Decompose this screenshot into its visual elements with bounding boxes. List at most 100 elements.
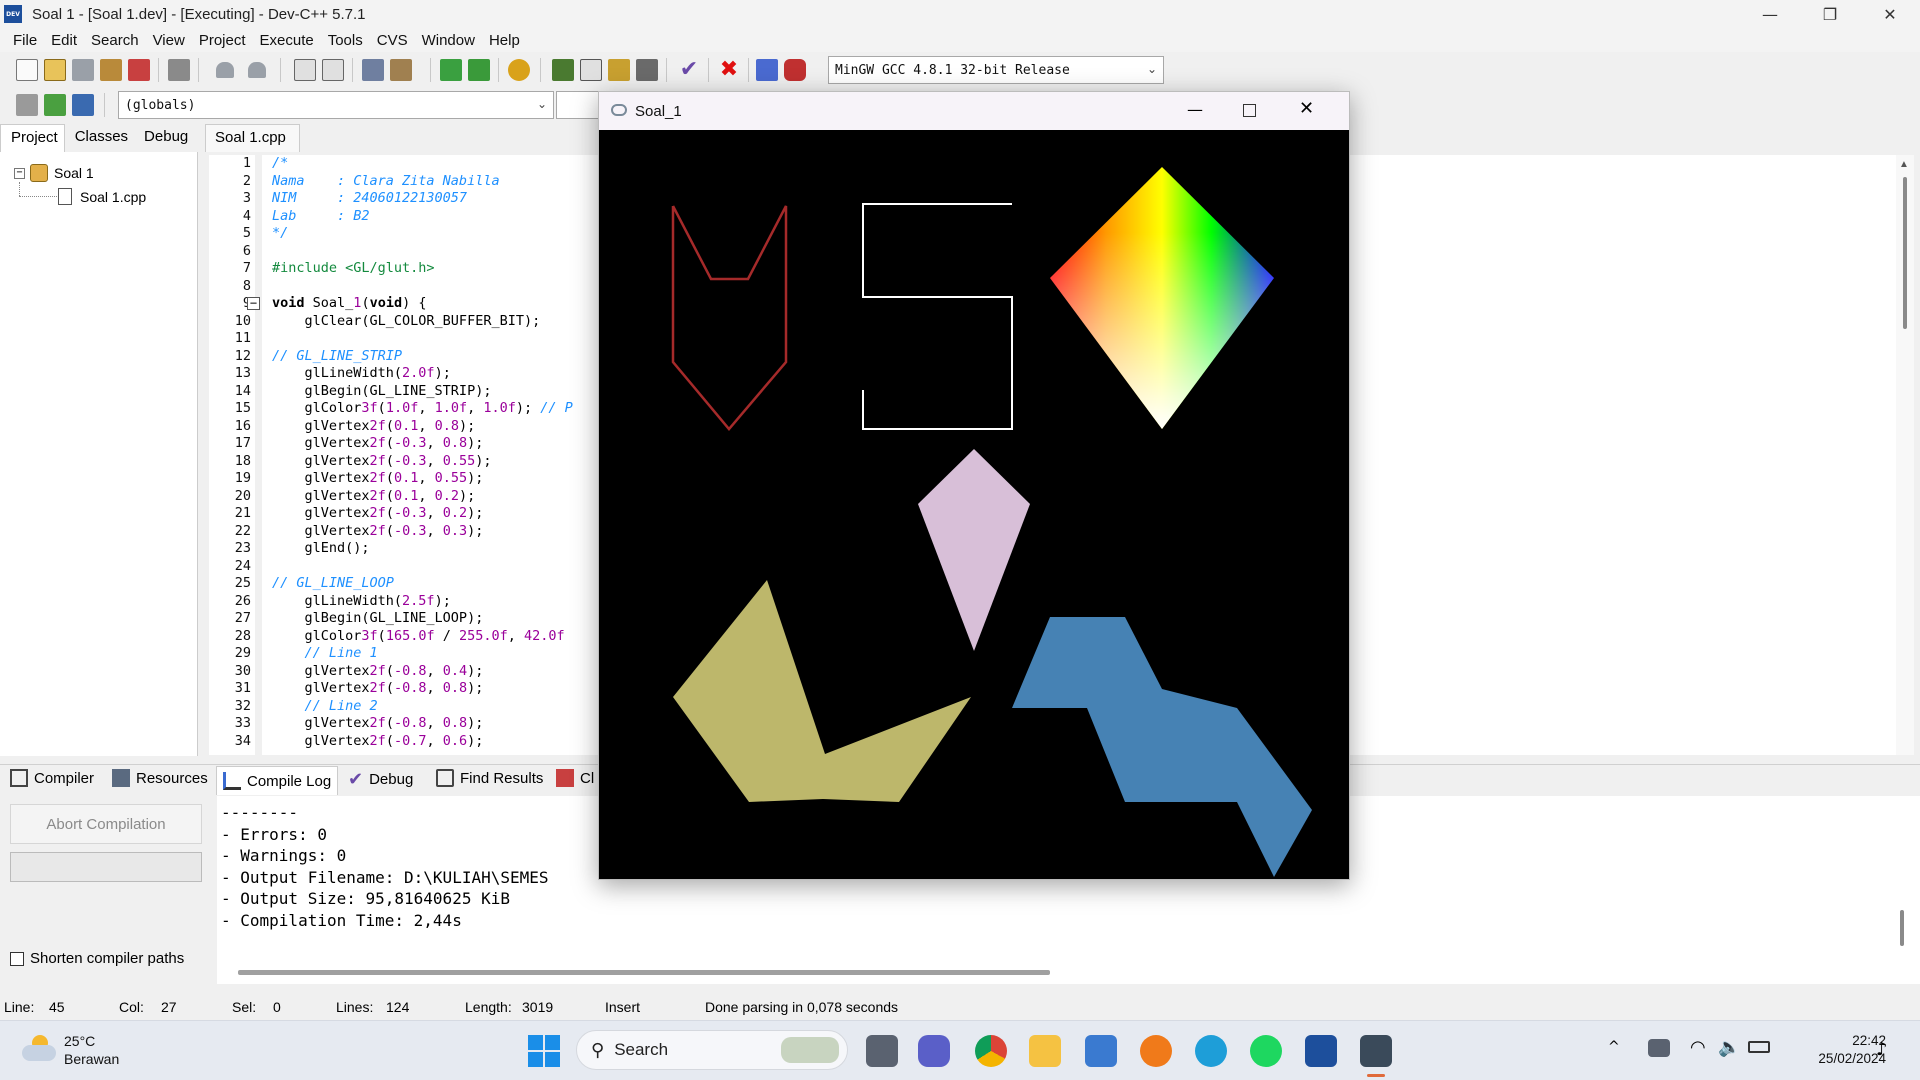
menu-cvs[interactable]: CVS	[370, 32, 415, 49]
compiler-grid-icon	[10, 769, 28, 787]
member-select[interactable]	[556, 91, 600, 119]
replace-icon[interactable]	[322, 59, 344, 81]
tree-item-project[interactable]: − Soal 1	[14, 164, 94, 182]
run-icon[interactable]	[580, 59, 602, 81]
menu-tools[interactable]: Tools	[321, 32, 370, 49]
glut-app-taskbar-icon[interactable]	[1360, 1035, 1392, 1067]
add-file-icon[interactable]	[440, 59, 462, 81]
tab-classes[interactable]: Classes	[65, 124, 134, 152]
project-options-icon[interactable]	[508, 59, 530, 81]
firefox-icon[interactable]	[1140, 1035, 1172, 1067]
menu-execute[interactable]: Execute	[253, 32, 321, 49]
chrome-icon[interactable]	[975, 1035, 1007, 1067]
tab-compiler[interactable]: Compiler	[10, 769, 94, 787]
scroll-thumb[interactable]	[1903, 177, 1907, 329]
tab-close-label: Cl	[580, 769, 595, 787]
edge-icon[interactable]	[1195, 1035, 1227, 1067]
microsoft-store-icon[interactable]	[1085, 1035, 1117, 1067]
line-number: 14	[234, 382, 251, 399]
compile-icon[interactable]	[552, 59, 574, 81]
shorten-paths-checkbox[interactable]	[10, 951, 24, 966]
output-window-title-bar[interactable]: Soal_1 — ✕	[599, 92, 1349, 130]
tab-find-results[interactable]: Find Results	[436, 769, 543, 787]
redo-icon[interactable]	[248, 62, 266, 78]
taskbar-search[interactable]: ⚲ Search	[576, 1030, 848, 1070]
weather-description[interactable]: Berawan	[64, 1051, 119, 1067]
open-project-icon[interactable]	[44, 59, 66, 81]
close-icon[interactable]: ✕	[1860, 0, 1920, 28]
opengl-canvas[interactable]	[599, 130, 1349, 879]
maximize-icon[interactable]	[1243, 104, 1256, 117]
abort-compilation-button[interactable]: Abort Compilation	[10, 804, 202, 844]
rebuild-all-icon[interactable]	[636, 59, 658, 81]
spotify-icon[interactable]	[1250, 1035, 1282, 1067]
volume-icon[interactable]: 🔈	[1718, 1037, 1740, 1058]
debug-check-icon: ✔	[348, 769, 364, 790]
log-vertical-scroll-thumb[interactable]	[1900, 910, 1904, 946]
tab-debug-label: Debug	[369, 771, 414, 788]
save-icon[interactable]	[72, 59, 94, 81]
delete-profile-icon[interactable]	[784, 59, 806, 81]
stop-execution-icon[interactable]: ✖	[718, 59, 740, 81]
tab-compile-log[interactable]: Compile Log	[216, 766, 339, 795]
battery-icon[interactable]	[1748, 1041, 1770, 1053]
collapse-icon[interactable]: −	[14, 167, 25, 179]
tab-debug[interactable]: Debug	[134, 124, 194, 152]
insert-icon[interactable]	[16, 94, 38, 116]
scope-select[interactable]: (globals) ⌄	[118, 91, 554, 119]
menu-search[interactable]: Search	[84, 32, 146, 49]
menu-help[interactable]: Help	[482, 32, 527, 49]
menu-window[interactable]: Window	[415, 32, 482, 49]
remove-file-icon[interactable]	[468, 59, 490, 81]
fold-icon[interactable]: −	[247, 297, 260, 310]
tab-compiler-label: Compiler	[34, 769, 95, 787]
meet-chat-icon[interactable]	[918, 1035, 950, 1067]
menu-view[interactable]: View	[146, 32, 192, 49]
onedrive-icon[interactable]	[1648, 1039, 1670, 1057]
minimize-icon[interactable]: —	[1740, 0, 1800, 28]
menu-project[interactable]: Project	[192, 32, 253, 49]
editor-vertical-scrollbar[interactable]: ▲	[1896, 155, 1914, 755]
close-icon[interactable]: ✕	[1299, 98, 1314, 119]
tree-item-file[interactable]: Soal 1.cpp	[58, 188, 146, 205]
compiler-select[interactable]: MinGW GCC 4.8.1 32-bit Release ⌄	[828, 56, 1164, 84]
status-sel-value: 0	[273, 999, 281, 1015]
devcpp-taskbar-icon[interactable]	[1305, 1035, 1337, 1067]
close-file-icon[interactable]	[128, 59, 150, 81]
goto-icon[interactable]	[44, 94, 66, 116]
output-window[interactable]: Soal_1 — ✕	[598, 91, 1350, 880]
log-horizontal-scrollbar[interactable]	[238, 970, 1050, 975]
menu-file[interactable]: File	[6, 32, 44, 49]
clock-date[interactable]: 25/02/2024	[1786, 1051, 1886, 1066]
undo-icon[interactable]	[216, 62, 234, 78]
save-all-icon[interactable]	[100, 59, 122, 81]
bookmark-icon[interactable]	[72, 94, 94, 116]
indent-icon[interactable]	[362, 59, 384, 81]
minimize-icon[interactable]: —	[1187, 100, 1203, 119]
scroll-up-icon[interactable]: ▲	[1899, 159, 1909, 170]
syntax-check-icon[interactable]: ✔	[678, 59, 700, 81]
line-number: 6	[242, 242, 251, 259]
task-view-icon[interactable]	[866, 1035, 898, 1067]
start-windows-icon[interactable]	[528, 1035, 560, 1067]
restore-icon[interactable]: ❐	[1800, 0, 1860, 28]
tab-close-tab[interactable]: Cl	[556, 769, 594, 787]
wifi-icon[interactable]: ◠	[1690, 1037, 1706, 1058]
tab-resources[interactable]: Resources	[112, 769, 208, 787]
new-file-icon[interactable]	[16, 59, 38, 81]
tab-project[interactable]: Project	[0, 124, 65, 152]
tab-debug-bottom[interactable]: ✔ Debug	[348, 769, 413, 790]
editor-tab-soal1[interactable]: Soal 1.cpp	[205, 124, 300, 152]
menu-edit[interactable]: Edit	[44, 32, 84, 49]
notification-bell-icon[interactable]: ♪	[1876, 1039, 1888, 1060]
find-icon[interactable]	[294, 59, 316, 81]
shorten-paths-option[interactable]: Shorten compiler paths	[10, 950, 184, 967]
chevron-up-icon[interactable]: ^	[1608, 1039, 1620, 1055]
compile-run-icon[interactable]	[608, 59, 630, 81]
weather-cloud-icon[interactable]	[22, 1035, 56, 1065]
print-icon[interactable]	[168, 59, 190, 81]
weather-temperature[interactable]: 25°C	[64, 1033, 95, 1049]
profile-analysis-icon[interactable]	[756, 59, 778, 81]
file-explorer-icon[interactable]	[1029, 1035, 1061, 1067]
unindent-icon[interactable]	[390, 59, 412, 81]
